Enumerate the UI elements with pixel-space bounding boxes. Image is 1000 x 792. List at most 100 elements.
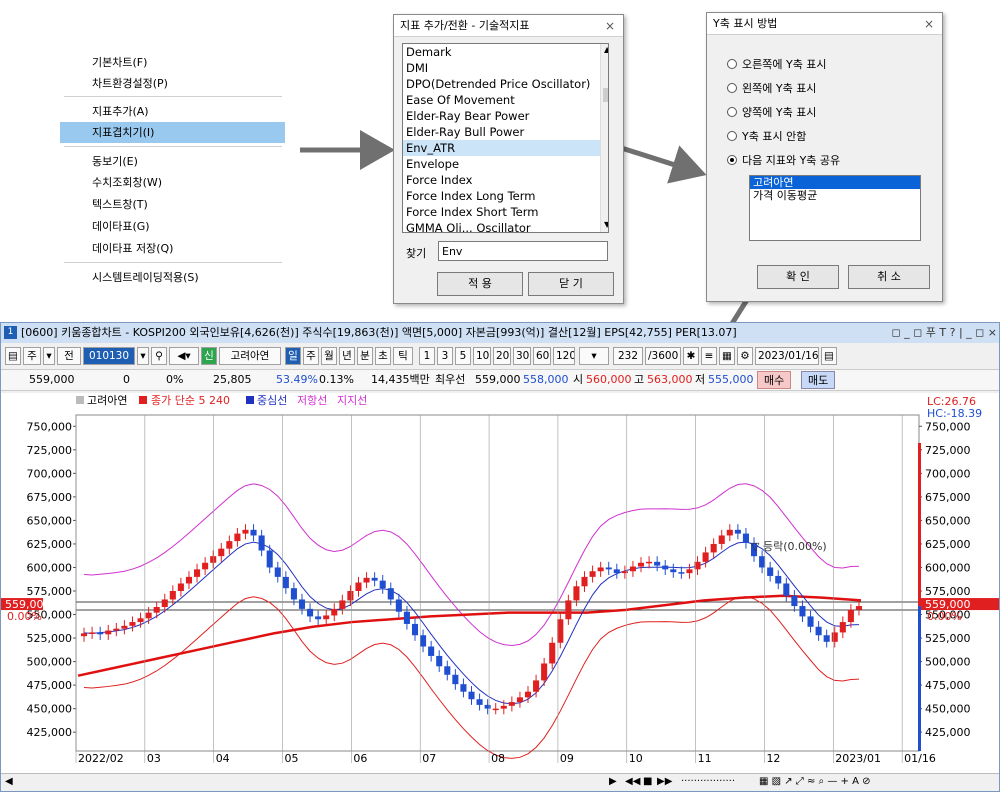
hc-label: HC:-18.39 xyxy=(927,407,982,420)
candle-body xyxy=(783,583,790,596)
scroll-up-icon[interactable]: ▲ xyxy=(604,45,608,54)
chevron-down-icon[interactable]: ▾ xyxy=(137,347,149,365)
rewind-icon[interactable]: ◀◀ xyxy=(625,774,640,790)
apply-button[interactable]: 적 용 xyxy=(437,272,523,296)
period-button[interactable]: 30 xyxy=(513,347,531,365)
jeon-button[interactable]: 전 xyxy=(57,347,81,365)
ok-button[interactable]: 확 인 xyxy=(757,265,839,289)
count-input[interactable]: 232 xyxy=(613,347,643,365)
price-chart[interactable]: 750,000 750,000 725,000 725,000 700,000 700,0… xyxy=(1,393,1000,773)
tab-monthly[interactable]: 월 xyxy=(321,347,337,365)
radio-share-axis[interactable]: 다음 지표와 Y축 공유 xyxy=(727,153,840,169)
radio-label: 다음 지표와 Y축 공유 xyxy=(742,154,841,167)
cancel-button[interactable]: 취 소 xyxy=(848,265,930,289)
y-tick-label: 600,000 xyxy=(27,561,73,574)
period-button[interactable]: 3 xyxy=(437,347,453,365)
period-button[interactable]: 1 xyxy=(419,347,435,365)
list-icon[interactable]: ≡ xyxy=(701,347,717,365)
tab-yearly[interactable]: 년 xyxy=(339,347,355,365)
candle-body xyxy=(266,550,273,568)
menu-value-window[interactable]: 수치조회창(W) xyxy=(60,172,285,193)
share-indicator-list[interactable]: 고려아연 가격 이동평균 xyxy=(749,175,921,241)
stock-code-input[interactable]: 010130 xyxy=(83,347,135,365)
menu-basic-chart[interactable]: 기본차트(F) xyxy=(60,52,285,73)
close-button[interactable]: 닫 기 xyxy=(528,272,614,296)
list-item[interactable]: Elder-Ray Bear Power xyxy=(403,108,608,124)
x-tick-label: 05 xyxy=(285,752,299,765)
pin-icon[interactable]: ✱ xyxy=(683,347,699,365)
tab-tick[interactable]: 틱 xyxy=(393,347,413,365)
menu-simultaneous-view[interactable]: 동보기(E) xyxy=(60,151,285,172)
buy-button[interactable]: 매수 xyxy=(757,371,792,389)
candle-body xyxy=(282,576,289,589)
zero-pct-label: 0.00% xyxy=(927,610,962,623)
calendar-icon[interactable]: ▤ xyxy=(821,347,837,365)
list-item-selected[interactable]: Env_ATR xyxy=(403,140,608,156)
menu-save-data-table[interactable]: 데이타표 저장(Q) xyxy=(60,238,285,259)
list-item[interactable]: 가격 이동평균 xyxy=(750,189,920,202)
tab-second[interactable]: 초 xyxy=(375,347,391,365)
sell-button[interactable]: 매도 xyxy=(801,371,836,389)
forward-icon[interactable]: ▶▶ xyxy=(657,774,672,790)
sound-icon[interactable]: ◀▾ xyxy=(169,347,199,365)
menu-overlay-indicator[interactable]: 지표겹치기(I) xyxy=(60,122,285,143)
chart-area[interactable]: 750,000 750,000 725,000 725,000 700,000 700,0… xyxy=(1,393,1000,773)
menu-data-table[interactable]: 데이타표(G) xyxy=(60,216,285,237)
save-icon[interactable]: ▦ xyxy=(719,347,735,365)
menu-text-window[interactable]: 텍스트창(T) xyxy=(60,194,285,215)
radio-left-axis[interactable]: 왼쪽에 Y축 표시 xyxy=(727,81,816,97)
menu-system-trading[interactable]: 시스템트레이딩적용(S) xyxy=(60,267,285,283)
drawing-tools-icon[interactable]: ▦ ▧ ↗ ⤢ ≈ ⌕ — + A ⊘ xyxy=(759,774,870,790)
week-dropdown[interactable]: 주 xyxy=(23,347,41,365)
list-item[interactable]: DMI xyxy=(403,60,608,76)
ask-price: 559,000 xyxy=(475,373,521,386)
candle-body xyxy=(89,632,96,634)
indicator-list[interactable]: Demark DMI DPO(Detrended Price Oscillato… xyxy=(402,43,609,233)
period-button[interactable]: 60 xyxy=(533,347,551,365)
period-button[interactable]: 10 xyxy=(473,347,491,365)
list-item[interactable]: Ease Of Movement xyxy=(403,92,608,108)
radio-right-axis[interactable]: 오른쪽에 Y축 표시 xyxy=(727,57,827,73)
scroll-left-icon[interactable]: ◀ xyxy=(5,774,13,790)
list-item[interactable]: Force Index Short Term xyxy=(403,204,608,220)
candle-body xyxy=(177,583,184,591)
period-dropdown[interactable]: ▾ xyxy=(579,347,609,365)
list-item[interactable]: GMMA Oli... Oscillator xyxy=(403,220,608,232)
y-tick-label: 575,000 xyxy=(925,585,971,598)
menu-chart-settings[interactable]: 차트환경설정(P) xyxy=(60,73,285,94)
candle-body xyxy=(355,582,362,591)
scroll-down-icon[interactable]: ▼ xyxy=(604,220,608,229)
current-price: 559,000 xyxy=(29,373,75,386)
close-icon[interactable]: × xyxy=(605,15,615,37)
gear-icon[interactable]: ⚙ xyxy=(737,347,753,365)
stop-icon[interactable]: ■ xyxy=(643,774,652,790)
list-item[interactable]: Elder-Ray Bull Power xyxy=(403,124,608,140)
tab-minute[interactable]: 분 xyxy=(357,347,373,365)
period-button[interactable]: 120 xyxy=(553,347,575,365)
period-button[interactable]: 5 xyxy=(455,347,471,365)
list-item-selected[interactable]: 고려아연 xyxy=(750,176,920,189)
search-icon[interactable]: ⚲ xyxy=(151,347,167,365)
layout-icon[interactable]: ▤ xyxy=(5,347,21,365)
period-button[interactable]: 20 xyxy=(493,347,511,365)
window-controls[interactable]: ◻ _ ◻ 푸 T ? | _ ◻ × xyxy=(892,323,997,343)
scroll-thumb[interactable] xyxy=(603,88,608,102)
close-icon[interactable]: × xyxy=(924,13,934,35)
new-button[interactable]: 신 xyxy=(201,347,217,365)
radio-both-axis[interactable]: 양쪽에 Y축 표시 xyxy=(727,105,816,121)
menu-add-indicator[interactable]: 지표추가(A) xyxy=(60,101,285,122)
list-item[interactable]: Force Index Long Term xyxy=(403,188,608,204)
chevron-down-icon[interactable]: ▾ xyxy=(43,347,55,365)
date-input[interactable]: 2023/01/16 xyxy=(755,347,819,365)
list-item[interactable]: Envelope xyxy=(403,156,608,172)
radio-no-axis[interactable]: Y축 표시 안함 xyxy=(727,129,806,145)
list-item[interactable]: DPO(Detrended Price Oscillator) xyxy=(403,76,608,92)
play-icon[interactable]: ▶ xyxy=(609,774,617,790)
tab-weekly[interactable]: 주 xyxy=(303,347,319,365)
list-item[interactable]: Force Index xyxy=(403,172,608,188)
list-item[interactable]: Demark xyxy=(403,44,608,60)
find-input[interactable] xyxy=(438,241,608,261)
slider[interactable]: ················· xyxy=(681,774,735,790)
list-scrollbar[interactable]: ▲ ▼ xyxy=(600,44,608,232)
tab-daily[interactable]: 일 xyxy=(285,347,301,365)
